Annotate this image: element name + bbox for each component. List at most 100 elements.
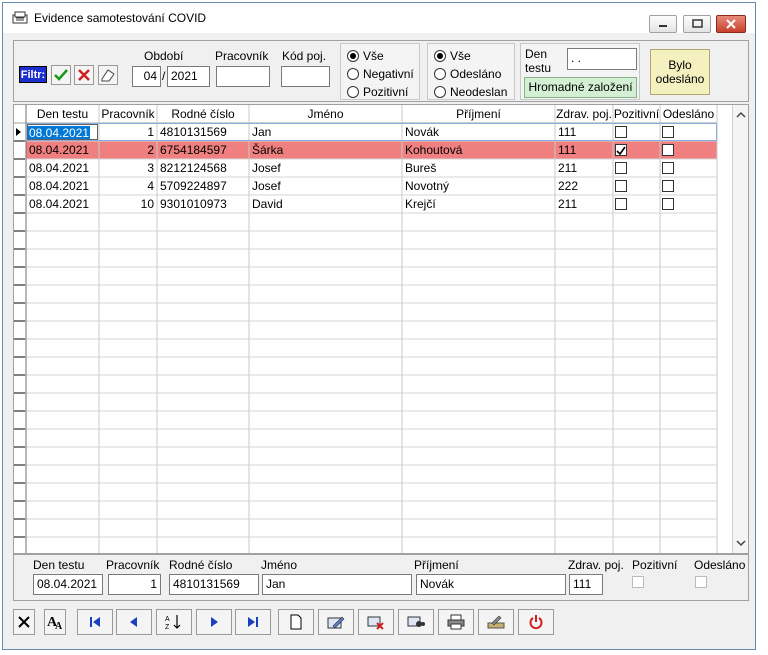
radio-button[interactable] bbox=[347, 86, 359, 98]
tool-icon bbox=[487, 615, 505, 629]
find-icon bbox=[407, 616, 425, 627]
cell-insurance: 211 bbox=[558, 197, 578, 211]
cell-worker: 1 bbox=[147, 125, 154, 139]
cell-sent-checkbox[interactable] bbox=[662, 180, 674, 192]
mark-sent-button[interactable]: Bylo odesláno bbox=[650, 49, 710, 95]
cell-insurance: 211 bbox=[558, 161, 578, 175]
scroll-down-icon[interactable] bbox=[733, 535, 749, 551]
cell-sent-checkbox[interactable] bbox=[662, 162, 674, 174]
detail-label-rc: Rodné číslo bbox=[169, 558, 233, 572]
cell-rc: 5709224897 bbox=[160, 179, 227, 193]
cell-last-name: Novák bbox=[405, 125, 440, 139]
title-bar: Evidence samotestování COVID bbox=[3, 3, 755, 33]
detail-ins-field[interactable]: 111 bbox=[569, 574, 603, 595]
detail-date-field[interactable]: 08.04.2021 bbox=[33, 574, 103, 595]
radio-button[interactable] bbox=[347, 50, 359, 62]
current-row-indicator bbox=[16, 128, 21, 136]
radio-button[interactable] bbox=[347, 68, 359, 80]
svg-text:Z: Z bbox=[165, 624, 170, 631]
exit-button[interactable] bbox=[518, 609, 554, 635]
app-icon bbox=[12, 11, 28, 24]
obdobi-label: Období bbox=[144, 49, 184, 63]
sort-button[interactable]: AZ bbox=[156, 609, 192, 635]
cell-insurance: 111 bbox=[558, 125, 577, 139]
den-testu-field[interactable]: . . bbox=[567, 48, 637, 70]
cell-first-name: Jan bbox=[252, 125, 272, 139]
sort-icon: AZ bbox=[165, 615, 181, 631]
edit-record-button[interactable] bbox=[318, 609, 354, 635]
kodpoj-filter-field[interactable] bbox=[281, 66, 330, 87]
cell-date: 08.04.2021 bbox=[28, 124, 101, 142]
scroll-up-icon[interactable] bbox=[733, 107, 749, 123]
cell-last-name: Krejčí bbox=[405, 197, 436, 211]
clear-filter-button[interactable] bbox=[98, 65, 118, 85]
column-header: Den testu bbox=[36, 107, 89, 121]
detail-label-last: Příjmení bbox=[414, 558, 459, 572]
vertical-scrollbar[interactable] bbox=[732, 105, 749, 553]
delete-record-button[interactable] bbox=[358, 609, 394, 635]
maximize-button[interactable] bbox=[683, 15, 711, 33]
close-window-button[interactable] bbox=[716, 15, 746, 33]
cell-first-name: David bbox=[252, 197, 283, 211]
cell-positive-checkbox[interactable] bbox=[615, 126, 627, 138]
column-header: Příjmení bbox=[456, 107, 501, 121]
delete-record-icon bbox=[367, 616, 384, 630]
detail-panel: Den testu Pracovník Rodné číslo Jméno Př… bbox=[13, 554, 749, 601]
detail-sent-checkbox[interactable] bbox=[695, 576, 707, 588]
cell-positive-checkbox[interactable] bbox=[615, 144, 627, 156]
radio-label: Pozitivní bbox=[363, 85, 409, 99]
cell-rc: 8212124568 bbox=[160, 161, 227, 175]
cell-date: 08.04.2021 bbox=[29, 179, 90, 193]
first-record-button[interactable] bbox=[77, 609, 113, 635]
next-record-button[interactable] bbox=[196, 609, 232, 635]
close-form-button[interactable] bbox=[13, 609, 35, 635]
radio-button[interactable] bbox=[434, 68, 446, 80]
column-header: Zdrav. poj. bbox=[556, 107, 612, 121]
print-button[interactable] bbox=[438, 609, 474, 635]
radio-button[interactable] bbox=[434, 50, 446, 62]
previous-record-button[interactable] bbox=[116, 609, 152, 635]
radio-label: Vše bbox=[363, 49, 384, 63]
previous-record-icon bbox=[130, 617, 137, 627]
radio-label: Vše bbox=[450, 49, 471, 63]
first-record-icon bbox=[90, 617, 100, 627]
cancel-filter-button[interactable] bbox=[74, 65, 94, 85]
detail-first-field[interactable]: Jan bbox=[262, 574, 412, 595]
minimize-button[interactable] bbox=[649, 15, 677, 33]
records-grid: Den testu Pracovník Rodné číslo Jméno Příjme… bbox=[13, 104, 749, 554]
last-record-button[interactable] bbox=[235, 609, 271, 635]
bulk-create-button[interactable]: Hromadné založení bbox=[524, 77, 637, 98]
eraser-icon bbox=[101, 69, 115, 82]
cell-positive-checkbox[interactable] bbox=[615, 198, 627, 210]
cell-positive-checkbox[interactable] bbox=[615, 180, 627, 192]
detail-label-first: Jméno bbox=[261, 558, 298, 572]
obdobi-year-field[interactable]: 2021 bbox=[167, 66, 210, 87]
cell-sent-checkbox[interactable] bbox=[662, 198, 674, 210]
app-window: Evidence samotestování COVID Filtr: Obdo… bbox=[2, 2, 756, 650]
detail-worker-field[interactable]: 1 bbox=[108, 574, 161, 595]
detail-rc-field[interactable]: 4810131569 bbox=[169, 574, 259, 595]
edit-record-icon bbox=[327, 616, 345, 629]
obdobi-month-field[interactable]: 04 bbox=[132, 66, 161, 87]
cell-sent-checkbox[interactable] bbox=[662, 144, 674, 156]
navigation-toolbar: AA AZ bbox=[13, 609, 749, 637]
selected-cell-text: 08.04.2021 bbox=[28, 126, 91, 140]
column-header: Pracovník bbox=[101, 107, 155, 121]
radio-label: Neodeslan bbox=[450, 85, 508, 99]
apply-filter-button[interactable] bbox=[51, 65, 71, 85]
detail-label-date: Den testu bbox=[33, 558, 85, 572]
radio-button[interactable] bbox=[434, 86, 446, 98]
detail-positive-checkbox[interactable] bbox=[632, 576, 644, 588]
detail-last-field[interactable]: Novák bbox=[416, 574, 566, 595]
tool-button[interactable] bbox=[478, 609, 514, 635]
mark-sent-label-2: odesláno bbox=[655, 72, 705, 86]
new-record-button[interactable] bbox=[278, 609, 314, 635]
font-button[interactable]: AA bbox=[44, 609, 66, 635]
find-button[interactable] bbox=[398, 609, 434, 635]
window-title: Evidence samotestování COVID bbox=[34, 11, 207, 25]
pracovnik-label: Pracovník bbox=[215, 49, 269, 63]
cell-positive-checkbox[interactable] bbox=[615, 162, 627, 174]
detail-label-worker: Pracovník bbox=[106, 558, 160, 572]
pracovnik-filter-field[interactable] bbox=[216, 66, 270, 87]
cell-sent-checkbox[interactable] bbox=[662, 126, 674, 138]
